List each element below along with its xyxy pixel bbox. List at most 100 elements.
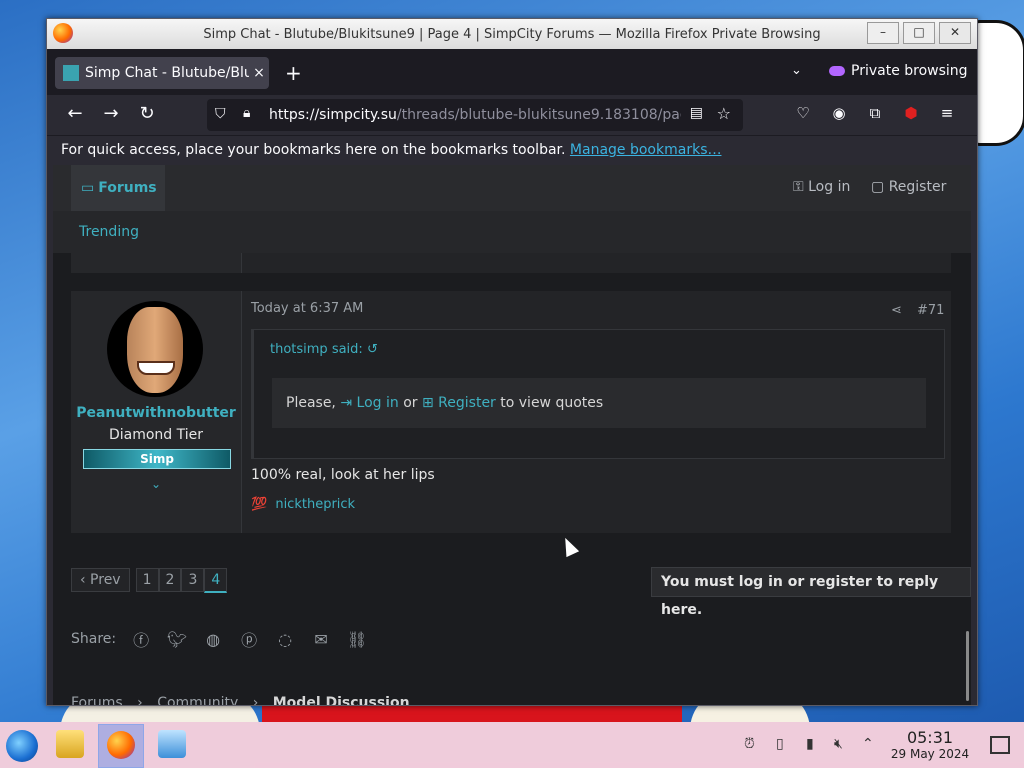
share-post-icon[interactable]: ⋖ (891, 303, 902, 318)
taskbar-file-manager[interactable] (48, 724, 92, 766)
pocket-icon[interactable]: ♡ (793, 104, 813, 122)
control-panel-icon (158, 730, 186, 758)
quote-login-link[interactable]: ⇥ Log in (340, 395, 398, 411)
clipboard-tray-icon[interactable]: ▯ (776, 736, 784, 752)
email-icon[interactable]: ✉ (310, 630, 332, 649)
firefox-icon (107, 731, 135, 759)
previous-post-fragment (71, 253, 951, 273)
login-link[interactable]: ⚿ Log in (793, 179, 850, 195)
post-number-link[interactable]: #71 (917, 303, 944, 318)
quote-register-link[interactable]: ⊞ Register (422, 395, 496, 411)
tracking-shield-icon[interactable]: ⛉ (215, 106, 226, 122)
taskbar-control-panel[interactable] (150, 724, 194, 766)
account-icon[interactable]: ◉ (829, 104, 849, 122)
share-label: Share: (71, 631, 117, 647)
minimize-button[interactable]: – (867, 22, 899, 44)
breadcrumb-forums[interactable]: Forums (71, 695, 123, 705)
battery-tray-icon[interactable]: ▮ (806, 736, 814, 752)
tab-simp-chat[interactable]: Simp Chat - Blutube/Blukitsune9 | Page 4… (55, 57, 269, 89)
post-body-text: 100% real, look at her lips (251, 467, 435, 483)
reload-icon[interactable]: ↻ (135, 103, 159, 124)
manage-bookmarks-link[interactable]: Manage bookmarks… (570, 142, 722, 158)
url-bar[interactable]: ⛉ 🔒︎ https://simpcity.su/threads/blutube… (207, 99, 743, 131)
prev-page-button[interactable]: ‹ Prev (71, 568, 130, 592)
menu-hamburger-icon[interactable]: ≡ (937, 104, 957, 122)
pinterest-icon[interactable]: ⓟ (238, 627, 260, 651)
maximize-button[interactable]: □ (903, 22, 935, 44)
avatar[interactable] (107, 301, 203, 397)
folder-icon (56, 730, 84, 758)
forums-chat-icon: ▭ (81, 180, 95, 196)
list-tabs-chevron-icon[interactable]: ⌄ (791, 63, 802, 78)
avatar-image-detail (137, 361, 175, 375)
breadcrumb-model-discussion[interactable]: Model Discussion (273, 695, 410, 705)
hundred-points-reaction-icon: 💯 (251, 497, 268, 512)
window-titlebar[interactable]: Simp Chat - Blutube/Blukitsune9 | Page 4… (47, 19, 977, 49)
page-link-2[interactable]: 2 (158, 568, 182, 592)
key-icon: ⚿ (793, 179, 809, 195)
quote-author-label: thotsimp said: (270, 342, 363, 357)
quote-prefix: Please, (286, 395, 336, 411)
user-banner: Simp (83, 449, 231, 469)
subnav-trending-link[interactable]: Trending (79, 224, 139, 240)
whatsapp-icon[interactable]: ◌ (274, 630, 296, 649)
url-text[interactable]: https://simpcity.su/threads/blutube-bluk… (269, 107, 681, 123)
close-window-button[interactable]: ✕ (939, 22, 971, 44)
extensions-icon[interactable]: ⧉ (865, 104, 885, 122)
clock-date: 29 May 2024 (890, 747, 970, 761)
avatar-image (127, 307, 183, 393)
link-icon[interactable]: ⛓ (346, 630, 368, 649)
go-to-quote-arrow-icon: ↺ (366, 342, 378, 357)
login-arrow-icon: ⇥ (340, 395, 357, 411)
post-timestamp[interactable]: Today at 6:37 AM (251, 301, 363, 316)
forum-post: Peanutwithnobutter Diamond Tier Simp ⌄ T… (71, 291, 951, 533)
quote-author-link[interactable]: thotsimp said: ↺ (270, 342, 378, 357)
register-link[interactable]: ▢ Register (871, 179, 946, 195)
page-link-4-current[interactable]: 4 (204, 568, 228, 593)
taskbar-firefox[interactable] (98, 724, 144, 768)
pagination: ‹ Prev 1 2 3 4 (71, 568, 228, 593)
bookmark-star-icon[interactable]: ☆ (717, 104, 731, 123)
reply-login-notice: You must log in or register to reply her… (651, 567, 971, 618)
lock-icon[interactable]: 🔒︎ (243, 105, 250, 121)
desktop-wallpaper-shape (970, 20, 1024, 146)
tab-bar: Simp Chat - Blutube/Blukitsune9 | Page 4… (47, 49, 977, 95)
tab-title: Simp Chat - Blutube/Blukitsune9 | Page 4 (85, 65, 249, 81)
page-link-3[interactable]: 3 (181, 568, 205, 592)
show-hidden-icons-chevron-icon[interactable]: ⌃ (862, 736, 874, 752)
window-title: Simp Chat - Blutube/Blukitsune9 | Page 4… (203, 27, 821, 42)
scrollbar[interactable] (966, 631, 969, 701)
taskbar-clock[interactable]: 05:31 29 May 2024 (880, 728, 980, 761)
ublock-origin-icon[interactable]: ⬢ (901, 104, 921, 122)
sub-navigation: Trending (53, 211, 971, 253)
reaction-user-link[interactable]: nicktheprick (275, 497, 355, 512)
twitter-icon[interactable]: 🐦︎ (166, 630, 188, 649)
close-tab-icon[interactable]: × (249, 65, 269, 81)
breadcrumb-community[interactable]: Community (157, 695, 238, 705)
nav-forums-label: Forums (98, 180, 157, 196)
volume-muted-icon[interactable]: 🔇︎ (834, 736, 843, 752)
site-favicon-icon (63, 65, 79, 81)
nav-tab-forums[interactable]: ▭ Forums (71, 165, 165, 211)
quote-suffix: to view quotes (500, 395, 604, 411)
facebook-icon[interactable]: ⓕ (130, 627, 152, 651)
alarm-clock-icon[interactable]: ⏰︎ (744, 736, 755, 752)
show-desktop-button[interactable] (990, 736, 1010, 754)
expand-user-info-chevron-icon[interactable]: ⌄ (71, 477, 241, 491)
reactions-bar[interactable]: 💯 nicktheprick (251, 497, 355, 512)
back-arrow-icon[interactable]: ← (63, 103, 87, 124)
reader-view-icon[interactable]: ▤ (690, 105, 703, 121)
clock-time: 05:31 (906, 728, 954, 747)
post-user-sidebar (71, 253, 242, 273)
forward-arrow-icon[interactable]: → (99, 103, 123, 124)
reddit-icon[interactable]: ◍ (202, 630, 224, 649)
quote-register-label: Register (438, 395, 496, 411)
page-link-1[interactable]: 1 (135, 568, 159, 592)
login-label: Log in (808, 179, 851, 195)
navigation-toolbar: ← → ↻ ⛉ 🔒︎ https://simpcity.su/threads/b… (47, 95, 977, 135)
plus-box-icon: ⊞ (421, 395, 439, 411)
firefox-window: Simp Chat - Blutube/Blukitsune9 | Page 4… (46, 18, 978, 706)
post-username[interactable]: Peanutwithnobutter (71, 405, 241, 421)
start-button[interactable] (6, 730, 38, 762)
new-tab-button[interactable]: + (285, 61, 302, 85)
